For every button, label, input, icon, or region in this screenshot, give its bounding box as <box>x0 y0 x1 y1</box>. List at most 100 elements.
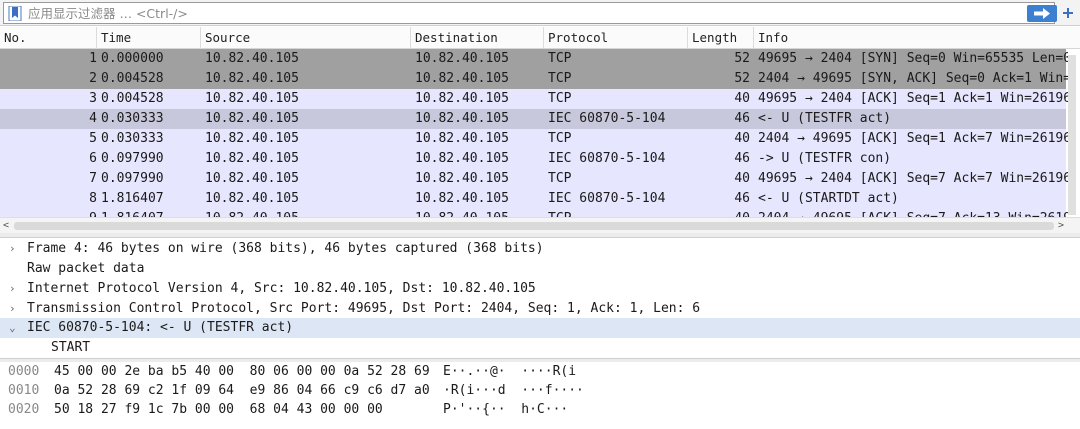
display-filter-box <box>3 2 1057 24</box>
packet-list-vertical-scrollbar[interactable] <box>1068 55 1076 215</box>
packet-bytes-pane: 0000 45 00 00 2e ba b5 40 00 80 06 00 00… <box>0 362 1080 429</box>
display-filter-toolbar <box>0 0 1080 26</box>
packet-row[interactable]: 8 1.816407 10.82.40.105 10.82.40.105 IEC… <box>0 189 1066 209</box>
packet-list: No. Time Source Destination Protocol Len… <box>0 27 1080 217</box>
column-no[interactable]: No. <box>0 27 97 49</box>
packet-no: 1 <box>89 51 97 66</box>
packet-row[interactable]: 9 1.816407 10.82.40.105 10.82.40.105 TCP… <box>0 209 1068 217</box>
packet-no: 8 <box>89 191 97 206</box>
bytes-hex[interactable]: 50 18 27 f9 1c 7b 00 00 68 04 43 00 00 0… <box>54 400 383 419</box>
column-time[interactable]: Time <box>97 27 201 49</box>
bytes-hex[interactable]: 45 00 00 2e ba b5 40 00 80 06 00 00 0a 5… <box>54 362 430 381</box>
packet-time: 0.030333 <box>101 131 164 146</box>
detail-tree-item[interactable]: Raw packet data <box>0 259 1080 279</box>
packet-protocol: TCP <box>548 51 572 66</box>
packet-length: 46 <box>734 191 750 206</box>
detail-tree-item[interactable]: › Frame 4: 46 bytes on wire (368 bits), … <box>0 239 1080 259</box>
packet-source: 10.82.40.105 <box>205 91 299 106</box>
packet-protocol: IEC 60870-5-104 <box>548 111 666 126</box>
packet-length: 40 <box>734 131 750 146</box>
bytes-row[interactable]: 0010 0a 52 28 69 c2 1f 09 64 e9 86 04 66… <box>0 381 1080 400</box>
detail-text: Raw packet data <box>27 261 145 276</box>
column-length[interactable]: Length <box>688 27 754 49</box>
packet-row[interactable]: 7 0.097990 10.82.40.105 10.82.40.105 TCP… <box>0 169 1068 189</box>
expand-arrow-icon[interactable]: › <box>9 299 19 319</box>
bytes-offset: 0010 <box>8 383 40 398</box>
collapse-arrow-icon[interactable]: ⌄ <box>9 318 19 338</box>
bytes-ascii[interactable]: E··.··@· ····R(i <box>443 362 576 381</box>
packet-row[interactable]: 4 0.030333 10.82.40.105 10.82.40.105 IEC… <box>0 109 1066 129</box>
packet-row[interactable]: 3 0.004528 10.82.40.105 10.82.40.105 TCP… <box>0 89 1068 109</box>
packet-length: 40 <box>734 171 750 186</box>
packet-source: 10.82.40.105 <box>205 191 299 206</box>
packet-protocol: TCP <box>548 71 572 86</box>
add-filter-button-icon[interactable] <box>1060 5 1076 21</box>
packet-protocol: TCP <box>548 209 688 217</box>
bytes-offset: 0000 <box>8 364 40 379</box>
packet-protocol: IEC 60870-5-104 <box>548 151 666 166</box>
packet-source: 10.82.40.105 <box>205 111 299 126</box>
packet-time: 0.097990 <box>101 151 164 166</box>
packet-source: 10.82.40.105 <box>205 51 299 66</box>
packet-length: 40 <box>690 209 750 217</box>
detail-text: Internet Protocol Version 4, Src: 10.82.… <box>27 281 536 296</box>
detail-tree-item[interactable]: START <box>0 338 1080 358</box>
bytes-row[interactable]: 0020 50 18 27 f9 1c 7b 00 00 68 04 43 00… <box>0 400 1080 419</box>
packet-no: 5 <box>89 131 97 146</box>
packet-destination: 10.82.40.105 <box>415 151 509 166</box>
packet-row[interactable]: 6 0.097990 10.82.40.105 10.82.40.105 IEC… <box>0 149 1066 169</box>
packet-no: 7 <box>89 171 97 186</box>
packet-info: 2404 → 49695 [ACK] Seq=7 Ack=13 Win=2619… <box>758 209 1068 217</box>
packet-length: 46 <box>734 111 750 126</box>
packet-source: 10.82.40.105 <box>205 131 299 146</box>
apply-filter-button[interactable] <box>1027 5 1057 22</box>
packet-time: 0.004528 <box>101 91 164 106</box>
packet-length: 46 <box>734 151 750 166</box>
packet-protocol: TCP <box>548 171 572 186</box>
packet-destination: 10.82.40.105 <box>415 171 509 186</box>
column-protocol[interactable]: Protocol <box>544 27 688 49</box>
packet-destination: 10.82.40.105 <box>415 51 509 66</box>
packet-time: 0.004528 <box>101 71 164 86</box>
bytes-hex[interactable]: 0a 52 28 69 c2 1f 09 64 e9 86 04 66 c9 c… <box>54 381 430 400</box>
scroll-left-icon[interactable]: < <box>3 220 13 232</box>
column-info[interactable]: Info <box>754 27 1080 49</box>
expand-arrow-icon[interactable]: › <box>9 279 19 299</box>
packet-length: 40 <box>734 91 750 106</box>
packet-destination: 10.82.40.105 <box>415 191 509 206</box>
column-source[interactable]: Source <box>201 27 411 49</box>
scroll-right-icon[interactable]: > <box>1058 220 1068 232</box>
column-destination[interactable]: Destination <box>411 27 544 49</box>
detail-tree-item-selected[interactable]: ⌄ IEC 60870-5-104: <- U (TESTFR act) <box>0 318 1080 338</box>
bytes-ascii[interactable]: P·'··{·· h·C··· <box>443 400 568 419</box>
display-filter-input[interactable] <box>28 4 928 22</box>
bookmark-icon[interactable] <box>8 6 22 21</box>
packet-row[interactable]: 5 0.030333 10.82.40.105 10.82.40.105 TCP… <box>0 129 1068 149</box>
detail-tree-item[interactable]: › Internet Protocol Version 4, Src: 10.8… <box>0 279 1080 299</box>
packet-row[interactable]: 2 0.004528 10.82.40.105 10.82.40.105 TCP… <box>0 69 1068 89</box>
detail-tree-item[interactable]: › Transmission Control Protocol, Src Por… <box>0 299 1080 319</box>
packet-no: 4 <box>89 111 97 126</box>
packet-no: 3 <box>89 91 97 106</box>
packet-protocol: TCP <box>548 91 572 106</box>
packet-time: 1.816407 <box>101 209 201 217</box>
packet-destination: 10.82.40.105 <box>415 209 545 217</box>
bytes-ascii[interactable]: ·R(i···d ···f···· <box>443 381 584 400</box>
packet-time: 0.030333 <box>101 111 164 126</box>
packet-no: 2 <box>89 71 97 86</box>
packet-info: 49695 → 2404 [ACK] Seq=7 Ack=7 Win=26196… <box>758 171 1068 186</box>
packet-details-pane: › Frame 4: 46 bytes on wire (368 bits), … <box>0 238 1080 358</box>
packet-list-horizontal-scrollbar[interactable]: < > <box>0 217 1080 233</box>
packet-protocol: IEC 60870-5-104 <box>548 191 666 206</box>
packet-protocol: TCP <box>548 131 572 146</box>
detail-text: Transmission Control Protocol, Src Port:… <box>27 301 701 316</box>
bytes-row[interactable]: 0000 45 00 00 2e ba b5 40 00 80 06 00 00… <box>0 362 1080 381</box>
packet-source: 10.82.40.105 <box>205 71 299 86</box>
packet-info: 49695 → 2404 [SYN] Seq=0 Win=65535 Len=0 <box>758 51 1068 66</box>
detail-text: IEC 60870-5-104: <- U (TESTFR act) <box>27 320 294 335</box>
packet-info: <- U (TESTFR act) <box>758 111 892 126</box>
packet-row[interactable]: 1 0.000000 10.82.40.105 10.82.40.105 TCP… <box>0 49 1068 69</box>
expand-arrow-icon[interactable]: › <box>9 239 19 259</box>
scrollbar-thumb[interactable] <box>14 222 1054 230</box>
detail-text: Frame 4: 46 bytes on wire (368 bits), 46… <box>27 241 544 256</box>
